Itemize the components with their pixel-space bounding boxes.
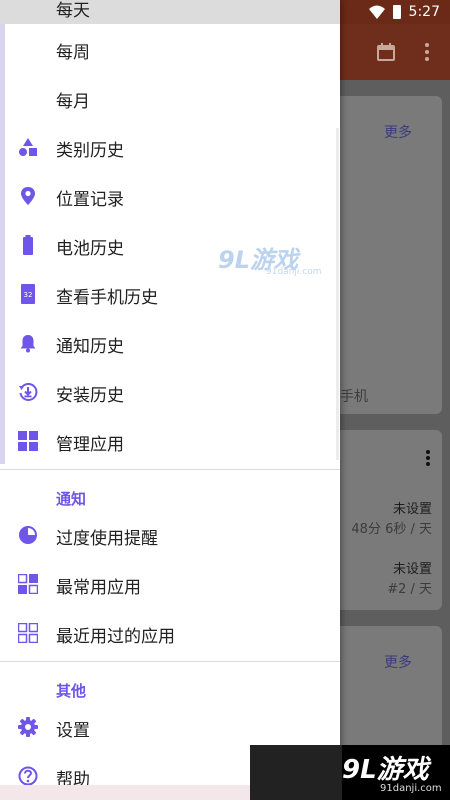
drawer-item-monthly[interactable]: 每月 — [0, 74, 340, 123]
summary-card: 更多 手机 — [322, 96, 442, 414]
status-time: 5:27 — [408, 4, 440, 20]
drawer-item-label: 管理应用 — [56, 435, 124, 455]
navigation-drawer: 每天 每周 每月 类别历史 位置记录 电池历史 32 查看手机历史 通知历史 安… — [0, 0, 340, 800]
bell-icon — [20, 335, 36, 353]
history-download-icon — [19, 383, 38, 401]
drawer-item-label: 安装历史 — [56, 386, 124, 406]
drawer-item-label: 每天 — [56, 1, 90, 21]
watermark-logo: 9L游戏 91danji.com — [218, 240, 322, 280]
drawer-item-label: 每月 — [56, 92, 90, 112]
shapes-icon — [19, 138, 37, 156]
drawer-item-label: 设置 — [56, 721, 90, 741]
drawer-item-location[interactable]: 位置记录 — [0, 172, 340, 221]
battery-icon — [23, 235, 33, 255]
section-header-notifications: 通知 — [56, 490, 87, 508]
drawer-item-category-history[interactable]: 类别历史 — [0, 123, 340, 172]
drawer-item-install-history[interactable]: 安装历史 — [0, 368, 340, 417]
watermark-corner: 9L游戏 91danji.com — [250, 745, 450, 800]
watermark-ghost — [250, 745, 342, 800]
watermark-domain: 91danji.com — [380, 783, 442, 794]
drawer-item-most-used-apps[interactable]: 最常用应用 — [0, 560, 340, 609]
battery-status-icon — [392, 5, 401, 19]
drawer-item-label: 电池历史 — [56, 239, 124, 259]
calendar-badge: 32 — [24, 291, 33, 299]
limit-value: 未设置 — [392, 502, 432, 517]
drawer-item-weekly[interactable]: 每周 — [0, 25, 340, 74]
drawer-item-overuse-alert[interactable]: 过度使用提醒 — [0, 511, 340, 560]
limit-sub: 48分 6秒 / 天 — [351, 522, 432, 537]
location-pin-icon — [21, 187, 35, 205]
drawer-divider — [0, 469, 340, 470]
help-icon — [18, 766, 38, 786]
drawer-item-manage-apps[interactable]: 管理应用 — [0, 417, 340, 466]
overflow-menu-icon[interactable] — [424, 43, 430, 61]
drawer-item-label: 通知历史 — [56, 337, 124, 357]
calendar-icon[interactable] — [377, 43, 395, 61]
drawer-item-label: 查看手机历史 — [56, 288, 158, 308]
drawer-item-recent-apps[interactable]: 最近用过的应用 — [0, 609, 340, 658]
card-text: 手机 — [340, 389, 368, 405]
more-link[interactable]: 更多 — [384, 652, 412, 672]
limits-card: 未设置 48分 6秒 / 天 未设置 #2 / 天 — [322, 430, 442, 610]
grid-outline-icon — [18, 623, 38, 643]
section-header-other: 其他 — [56, 682, 87, 700]
calendar-32-icon: 32 — [21, 284, 35, 304]
pie-icon — [19, 526, 37, 544]
watermark-brand: 9L游戏 — [342, 755, 429, 785]
wifi-icon — [368, 5, 385, 19]
grid-icon — [18, 431, 38, 451]
watermark-domain: 91danji.com — [266, 267, 322, 277]
more-link[interactable]: 更多 — [384, 122, 412, 142]
drawer-item-notification-history[interactable]: 通知历史 — [0, 319, 340, 368]
grid-partial-icon — [18, 574, 38, 594]
card-menu-icon[interactable] — [426, 450, 430, 466]
drawer-divider — [0, 661, 340, 662]
drawer-item-label: 位置记录 — [56, 190, 124, 210]
drawer-item-label: 过度使用提醒 — [56, 529, 158, 549]
gear-icon — [18, 717, 38, 737]
limit-sub: #2 / 天 — [387, 582, 432, 597]
drawer-item-label: 最近用过的应用 — [56, 627, 175, 647]
drawer-item-label: 每周 — [56, 43, 90, 63]
drawer-item-label: 最常用应用 — [56, 578, 141, 598]
drawer-item-label: 类别历史 — [56, 141, 124, 161]
limit-value: 未设置 — [392, 562, 432, 577]
